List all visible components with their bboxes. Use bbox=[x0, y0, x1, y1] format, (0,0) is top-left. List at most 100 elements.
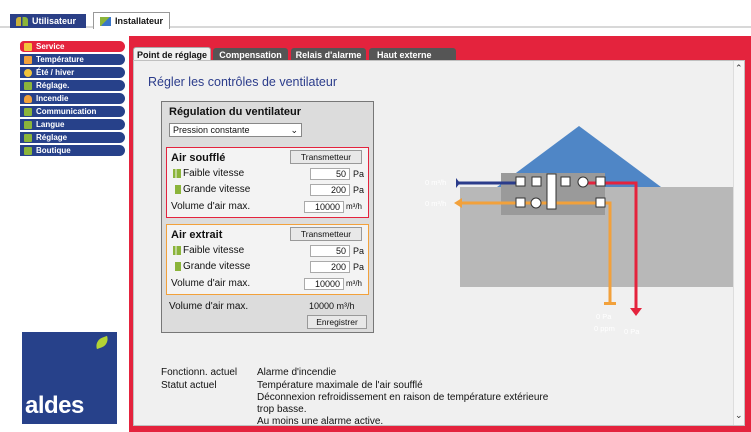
status-line: Température maximale de l'air soufflé bbox=[257, 380, 423, 391]
extract-filter-icon bbox=[595, 197, 606, 208]
cart-icon bbox=[24, 146, 32, 155]
supply-fan-icon bbox=[577, 176, 589, 188]
sidebar-item-label: Communication bbox=[36, 107, 97, 116]
extract-air-group: Air extrait Transmetteur Faible vitesse … bbox=[166, 224, 369, 295]
ppm-sensor-label: 0 ppm bbox=[594, 324, 615, 333]
sensor-icon bbox=[604, 302, 616, 305]
regulation-panel: Régulation du ventilateur Pression const… bbox=[161, 101, 374, 333]
tab-label: Relais d'alarme bbox=[295, 50, 362, 60]
extract-high-speed-label: Grande vitesse bbox=[183, 261, 251, 272]
supply-arrow-icon bbox=[630, 308, 642, 316]
flag-icon bbox=[24, 120, 32, 129]
sun-icon bbox=[24, 68, 32, 77]
tab-utilisateur[interactable]: Utilisateur bbox=[10, 14, 86, 28]
unit: m³/h bbox=[346, 279, 362, 288]
heater-icon bbox=[560, 176, 571, 187]
aldes-logo: aldes bbox=[22, 332, 117, 424]
tab-installateur[interactable]: Installateur bbox=[93, 12, 170, 29]
supply-low-speed-row: Faible vitesse bbox=[171, 167, 244, 180]
supply-filter-icon bbox=[595, 176, 606, 187]
tab-utilisateur-label: Utilisateur bbox=[32, 16, 77, 26]
scroll-up-icon[interactable]: ⌃ bbox=[735, 63, 743, 74]
heat-exchanger-icon bbox=[546, 173, 557, 210]
extract-transmitter-button[interactable]: Transmetteur bbox=[290, 227, 362, 241]
top-tab-bar: Utilisateur Installateur bbox=[0, 0, 751, 29]
sidebar-item-boutique[interactable]: Boutique bbox=[20, 145, 125, 156]
extract-low-speed-row: Faible vitesse bbox=[171, 244, 244, 257]
thermometer-icon bbox=[24, 55, 32, 64]
high-speed-icon bbox=[171, 262, 181, 271]
sidebar-item-reglage-dot[interactable]: Réglage. bbox=[20, 80, 125, 91]
fire-icon bbox=[24, 94, 32, 103]
supply-low-speed-label: Faible vitesse bbox=[183, 168, 245, 179]
exhaust-filter-icon bbox=[515, 197, 526, 208]
content-panel: Régler les contrôles de ventilateur Régu… bbox=[133, 60, 745, 426]
flow-in-label: 0 m³/h bbox=[425, 178, 446, 187]
unit: Pa bbox=[353, 169, 365, 179]
service-icon bbox=[24, 42, 32, 51]
sidebar-item-communication[interactable]: Communication bbox=[20, 106, 125, 117]
tab-label: Point de réglage bbox=[136, 50, 207, 60]
extract-low-speed-input[interactable]: 50 bbox=[310, 245, 350, 257]
leaf-icon bbox=[93, 335, 111, 350]
supply-max-volume-label: Volume d'air max. bbox=[171, 201, 251, 212]
sidebar: Service Température Été / hiver Réglage.… bbox=[20, 34, 131, 426]
supply-high-speed-row: Grande vitesse bbox=[171, 183, 250, 196]
status-line: trop basse. bbox=[257, 404, 307, 415]
tab-label: Compensation bbox=[219, 50, 282, 60]
save-button[interactable]: Enregistrer bbox=[307, 315, 367, 329]
total-max-volume-value: 10000 m³/h bbox=[309, 301, 355, 311]
supply-max-volume-input[interactable]: 10000 bbox=[304, 201, 344, 213]
scrollbar[interactable]: ⌃ ⌄ bbox=[733, 61, 744, 425]
scroll-down-icon[interactable]: ⌄ bbox=[735, 410, 743, 421]
extract-max-volume-input[interactable]: 10000 bbox=[304, 278, 344, 290]
ventilation-diagram: 0 m³/h 0 m³/h 0 Pa 0 ppm 0 Pa bbox=[425, 126, 734, 336]
chevron-down-icon: ⌄ bbox=[290, 124, 298, 135]
sidebar-item-temperature[interactable]: Température bbox=[20, 54, 125, 65]
current-function-value: Alarme d'incendie bbox=[257, 367, 337, 378]
unit: Pa bbox=[353, 262, 365, 272]
regulation-title: Régulation du ventilateur bbox=[169, 106, 302, 118]
supply-transmitter-button[interactable]: Transmetteur bbox=[290, 150, 362, 164]
total-max-volume-label: Volume d'air max. bbox=[169, 301, 249, 312]
sidebar-item-incendie[interactable]: Incendie bbox=[20, 93, 125, 104]
tab-label: Haut externe bbox=[377, 50, 432, 60]
extract-air-title: Air extrait bbox=[171, 229, 223, 241]
page-title: Régler les contrôles de ventilateur bbox=[148, 75, 337, 89]
logo-text: aldes bbox=[25, 392, 84, 419]
network-icon bbox=[24, 107, 32, 116]
status-line: Au moins une alarme active. bbox=[257, 416, 384, 426]
supply-pressure-label: 0 Pa bbox=[624, 327, 640, 336]
sidebar-item-service[interactable]: Service bbox=[20, 41, 125, 52]
pressure-sensor-label: 0 Pa bbox=[596, 312, 612, 321]
supply-low-speed-input[interactable]: 50 bbox=[310, 168, 350, 180]
sidebar-item-label: Réglage. bbox=[36, 81, 70, 90]
inlet-arrow-icon bbox=[456, 178, 460, 188]
supply-high-speed-input[interactable]: 200 bbox=[310, 184, 350, 196]
sidebar-item-label: Service bbox=[36, 42, 65, 51]
supply-air-group: Air soufflé Transmetteur Faible vitesse … bbox=[166, 147, 369, 218]
unit: Pa bbox=[353, 246, 365, 256]
filter-icon bbox=[515, 176, 526, 187]
sidebar-item-reglage[interactable]: Réglage bbox=[20, 132, 125, 143]
extract-high-speed-input[interactable]: 200 bbox=[310, 261, 350, 273]
status-line: Déconnexion refroidissement en raison de… bbox=[257, 392, 549, 403]
folder-icon bbox=[24, 133, 32, 142]
sidebar-item-label: Été / hiver bbox=[36, 68, 75, 77]
sidebar-item-langue[interactable]: Langue bbox=[20, 119, 125, 130]
sidebar-item-label: Boutique bbox=[36, 146, 71, 155]
supply-air-title: Air soufflé bbox=[171, 152, 226, 164]
supply-max-volume-row: Volume d'air max. bbox=[171, 200, 250, 213]
regulation-mode-select[interactable]: Pression constante ⌄ bbox=[169, 123, 302, 137]
extract-max-volume-row: Volume d'air max. bbox=[171, 277, 250, 290]
tab-installateur-label: Installateur bbox=[114, 16, 163, 26]
sidebar-item-label: Température bbox=[36, 55, 84, 64]
sidebar-item-ete-hiver[interactable]: Été / hiver bbox=[20, 67, 125, 78]
high-speed-icon bbox=[171, 185, 181, 194]
sidebar-item-label: Réglage bbox=[36, 133, 68, 142]
extract-low-speed-label: Faible vitesse bbox=[183, 245, 245, 256]
exhaust-arrow-icon bbox=[454, 198, 462, 208]
select-value: Pression constante bbox=[173, 125, 250, 135]
sidebar-item-label: Langue bbox=[36, 120, 65, 129]
extract-fan-icon bbox=[530, 197, 542, 209]
